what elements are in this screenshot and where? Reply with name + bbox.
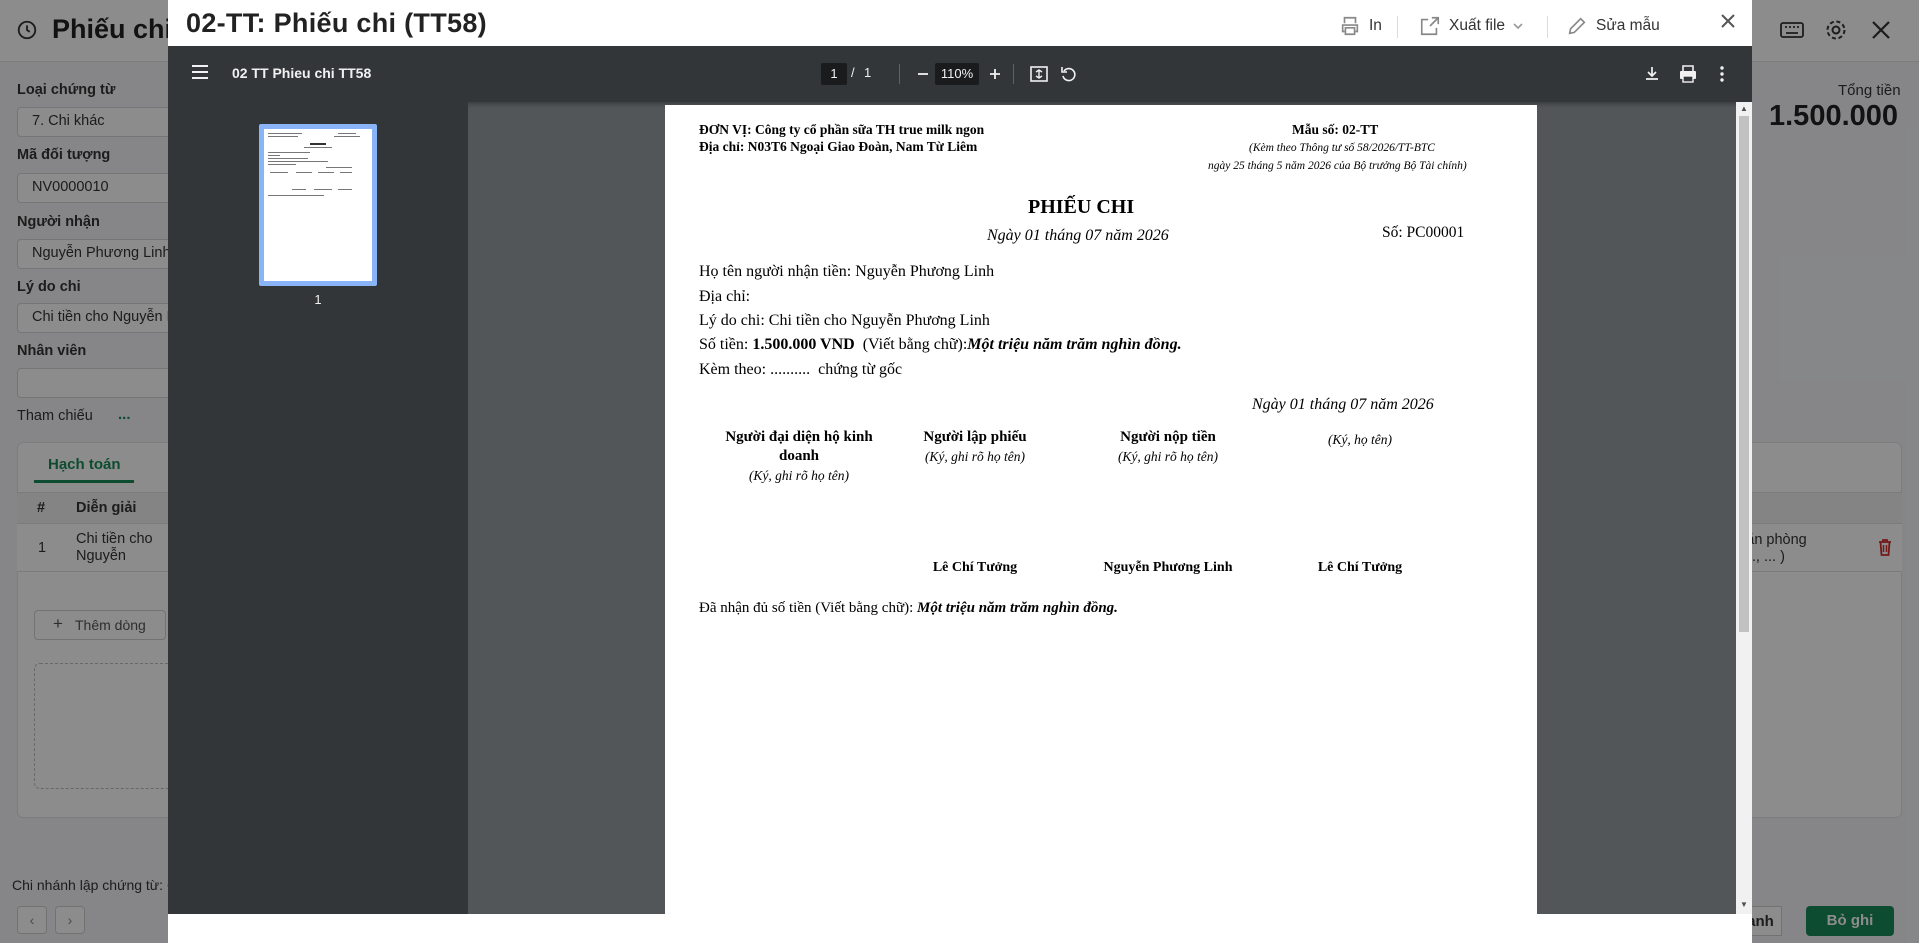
export-file-button[interactable]: Xuất file	[1419, 14, 1533, 38]
doc-amount-line: Số tiền: 1.500.000 VND (Viết bằng chữ):M…	[699, 336, 1182, 353]
page-separator: /	[851, 65, 855, 80]
signer-3: Người nộp tiền (Ký, ghi rõ họ tên)	[1117, 429, 1219, 464]
signer-3-name: Nguyễn Phương Linh	[1103, 560, 1233, 575]
pdf-filename: 02 TT Phieu chi TT58	[232, 65, 372, 81]
download-icon[interactable]	[1642, 64, 1662, 84]
edit-template-button[interactable]: Sửa mẫu	[1566, 14, 1660, 38]
scrollbar-thumb[interactable]	[1739, 116, 1749, 632]
page-thumbnail[interactable]	[259, 124, 377, 286]
thumbnail-sidebar: 1	[168, 102, 468, 914]
doc-attached: Kèm theo: .......... chứng từ gốc	[699, 361, 903, 378]
doc-received-words: Một triệu năm trăm nghìn đồng.	[917, 600, 1118, 616]
print-button[interactable]: In	[1339, 14, 1382, 38]
thumbnail-page-number: 1	[314, 292, 322, 307]
doc-amount-words: Một triệu năm trăm nghìn đồng.	[967, 336, 1182, 353]
toolbar-divider	[1547, 16, 1548, 38]
rotate-icon[interactable]	[1059, 64, 1079, 84]
doc-number: Số: PC00001	[1382, 224, 1465, 241]
doc-form-note-2: ngày 25 tháng 5 năm 2026 của Bộ trưởng B…	[1208, 160, 1467, 172]
menu-icon[interactable]	[191, 64, 209, 80]
zoom-in-icon[interactable]	[985, 64, 1005, 84]
more-vertical-icon[interactable]	[1712, 64, 1732, 84]
page-total: 1	[864, 65, 872, 80]
export-icon	[1420, 16, 1440, 36]
doc-received-line: Đã nhận đủ số tiền (Viết bằng chữ): Một …	[699, 600, 1118, 616]
doc-unit-line: ĐƠN VỊ: Công ty cổ phần sữa TH true milk…	[699, 122, 985, 137]
doc-recipient: Họ tên người nhận tiền: Nguyễn Phương Li…	[699, 263, 995, 280]
toolbar-divider	[1013, 64, 1014, 84]
doc-date: Ngày 01 tháng 07 năm 2026	[987, 227, 1169, 244]
doc-sign-date: Ngày 01 tháng 07 năm 2026	[1252, 396, 1434, 413]
doc-address-line: Địa chỉ: N03T6 Ngoại Giao Đoàn, Nam Từ L…	[699, 139, 978, 154]
doc-form-number: Mẫu số: 02-TT	[1292, 122, 1379, 137]
signer-2: Người lập phiếu (Ký, ghi rõ họ tên)	[923, 429, 1027, 464]
zoom-out-icon[interactable]	[913, 64, 933, 84]
print-preview-modal: 02-TT: Phiếu chi (TT58) In Xuất file Sửa…	[168, 0, 1752, 943]
chevron-down-icon	[1513, 23, 1523, 30]
doc-reason: Lý do chi: Chi tiền cho Nguyễn Phương Li…	[699, 312, 990, 329]
page-number-input[interactable]: 1	[821, 63, 847, 85]
doc-amount-value: 1.500.000 VND	[752, 336, 855, 353]
toolbar-divider	[899, 64, 900, 84]
printer-icon[interactable]	[1678, 64, 1698, 84]
modal-title: 02-TT: Phiếu chi (TT58)	[186, 8, 487, 38]
fit-page-icon[interactable]	[1029, 64, 1049, 84]
close-icon[interactable]	[1719, 12, 1737, 30]
doc-form-note-1: (Kèm theo Thông tư số 58/2026/TT-BTC	[1249, 142, 1435, 154]
zoom-input[interactable]: 110%	[935, 63, 979, 85]
scrollbar[interactable]: ▲ ▼	[1736, 102, 1752, 914]
printer-icon	[1341, 16, 1359, 36]
pdf-toolbar: 02 TT Phieu chi TT58 1 / 1 110%	[168, 46, 1752, 102]
doc-address: Địa chỉ:	[699, 288, 751, 305]
toolbar-divider	[1397, 16, 1398, 38]
pencil-icon	[1568, 17, 1586, 35]
signer-4-name: Lê Chí Tưởng	[1317, 560, 1403, 575]
signer-2-name: Lê Chí Tưởng	[932, 560, 1018, 575]
pdf-page: ĐƠN VỊ: Công ty cổ phần sữa TH true milk…	[665, 105, 1537, 914]
pdf-viewer[interactable]: 02 TT Phieu chi TT58 1 / 1 110% 1 ▲ ▼ ĐƠ…	[168, 46, 1752, 914]
scroll-up-icon[interactable]: ▲	[1740, 104, 1748, 113]
scroll-down-icon[interactable]: ▼	[1740, 900, 1748, 909]
signer-1: Người đại diện hộ kinh doanh (Ký, ghi rõ…	[725, 429, 873, 483]
signer-4: (Ký, họ tên)	[1327, 432, 1393, 447]
doc-title: PHIẾU CHI	[1028, 196, 1135, 218]
